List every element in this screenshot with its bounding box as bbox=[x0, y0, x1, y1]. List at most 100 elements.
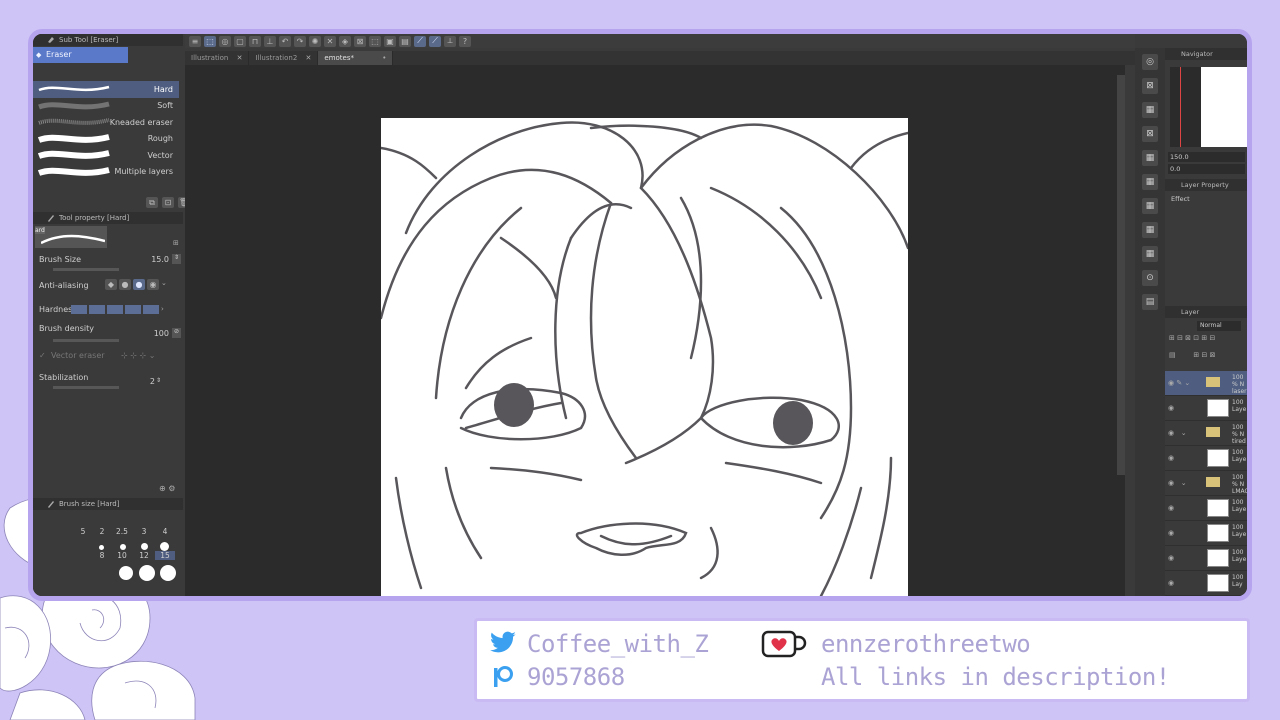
copy-subtool-icon[interactable]: ⧉ bbox=[146, 197, 158, 208]
chevron-right-icon[interactable]: › bbox=[161, 305, 164, 314]
camera-icon[interactable]: ⊙ bbox=[1142, 270, 1158, 286]
eye-icon[interactable]: ◉ ✎ ⌄ bbox=[1168, 379, 1190, 387]
history-icon[interactable]: ▦ bbox=[1142, 174, 1158, 190]
stabilization-slider[interactable] bbox=[53, 386, 119, 389]
layer-row[interactable]: ◉ 100 Laye bbox=[1165, 546, 1247, 571]
transform-icon[interactable]: ⊠ bbox=[354, 35, 366, 47]
stabilization-row[interactable]: Stabilization 2 ⇕ bbox=[33, 370, 183, 394]
eye-icon[interactable]: ◉ bbox=[1168, 554, 1174, 562]
auto-action-icon[interactable]: ▦ bbox=[1142, 198, 1158, 214]
size-option[interactable]: 10 bbox=[112, 551, 132, 560]
brush-size-value[interactable]: 15.0 bbox=[151, 255, 169, 264]
layer-property-header[interactable]: Layer Property bbox=[1165, 179, 1247, 191]
clear-icon[interactable]: ✕ bbox=[324, 35, 336, 47]
hardness-seg[interactable] bbox=[143, 305, 159, 314]
size-option[interactable]: 4 bbox=[155, 527, 175, 536]
size-option[interactable]: 2.5 bbox=[112, 527, 132, 536]
eye-icon[interactable]: ◉ bbox=[1168, 579, 1174, 587]
size-option[interactable]: 3 bbox=[134, 527, 154, 536]
size-option[interactable]: 5 bbox=[73, 527, 93, 536]
brush-size-row[interactable]: Brush Size 15.0 ⇕ bbox=[33, 252, 183, 276]
duplicate-icon[interactable]: ⊡ bbox=[162, 197, 174, 208]
vector-eraser-check-icon[interactable]: ✓ bbox=[39, 351, 46, 360]
brush-density-row[interactable]: Brush density 100 ⊘ bbox=[33, 321, 183, 345]
brush-size-header[interactable]: Brush size [Hard] bbox=[33, 498, 183, 510]
invert-icon[interactable]: ▤ bbox=[399, 35, 411, 47]
fill-icon[interactable]: ◈ bbox=[339, 35, 351, 47]
open-folder-icon[interactable]: ⊓ bbox=[249, 35, 261, 47]
subview-icon[interactable]: ⊠ bbox=[1142, 78, 1158, 94]
loading-icon[interactable]: ✺ bbox=[309, 35, 321, 47]
menu-icon[interactable]: ≡ bbox=[189, 35, 201, 47]
hardness-seg[interactable] bbox=[71, 305, 87, 314]
snap-grid-icon[interactable]: ⟂ bbox=[444, 35, 456, 47]
select-tool-icon[interactable]: ⬚ bbox=[204, 35, 216, 47]
tab-illustration2[interactable]: Illustration2 ✕ bbox=[249, 51, 319, 65]
ruler-icon[interactable]: ⟋ bbox=[414, 35, 426, 47]
layer-row-folder[interactable]: ◉ ✎ ⌄ 100 % Nlaser bbox=[1165, 371, 1247, 396]
material-icon[interactable]: ▦ bbox=[1142, 102, 1158, 118]
subtool-panel-header[interactable]: Sub Tool [Eraser] bbox=[33, 34, 183, 46]
drawing-canvas[interactable] bbox=[381, 118, 908, 596]
vertical-scrollbar[interactable] bbox=[1117, 75, 1125, 475]
lock-icon[interactable]: ⊞ bbox=[173, 239, 179, 247]
hardness-seg[interactable] bbox=[89, 305, 105, 314]
density-link-icon[interactable]: ⊘ bbox=[172, 328, 181, 338]
aa-strong-icon[interactable]: ◉ bbox=[147, 279, 159, 290]
layer-toolbar-icons[interactable]: ⊞ ⊟ ⊠ ⊡ ⊞ ⊟ bbox=[1169, 334, 1215, 342]
layer-row[interactable]: ◉ 100 Laye bbox=[1165, 446, 1247, 471]
aa-weak-icon[interactable]: ● bbox=[119, 279, 131, 290]
layer-row-folder[interactable]: ◉ ⌄ 100 % N LMAO bbox=[1165, 471, 1247, 496]
hardness-seg[interactable] bbox=[125, 305, 141, 314]
size-option[interactable]: 2 bbox=[92, 527, 112, 536]
eye-icon[interactable]: ◉ ⌄ bbox=[1168, 429, 1187, 437]
tab-emotes[interactable]: emotes* • bbox=[318, 51, 394, 65]
layer-search-icon[interactable]: ▦ bbox=[1142, 150, 1158, 166]
eye-icon[interactable]: ◉ bbox=[1168, 529, 1174, 537]
layer-row[interactable]: ◉ 100 Laye bbox=[1165, 396, 1247, 421]
redo-icon[interactable]: ↷ bbox=[294, 35, 306, 47]
canvas-area[interactable] bbox=[185, 65, 1125, 596]
item-bank-icon[interactable]: ▦ bbox=[1142, 246, 1158, 262]
brush-density-slider[interactable] bbox=[53, 339, 119, 342]
crop-icon[interactable]: ▣ bbox=[384, 35, 396, 47]
animation-icon[interactable]: ▦ bbox=[1142, 222, 1158, 238]
brush-density-value[interactable]: 100 bbox=[154, 329, 169, 338]
size-option-selected[interactable]: 15 bbox=[155, 551, 175, 560]
brush-item-hard[interactable]: Hard bbox=[33, 81, 179, 98]
help-icon[interactable]: ? bbox=[459, 35, 471, 47]
layer-panel-header[interactable]: Layer bbox=[1165, 306, 1247, 318]
undo-icon[interactable]: ↶ bbox=[279, 35, 291, 47]
brush-item-vector[interactable]: Vector bbox=[33, 147, 179, 164]
chevron-down-icon[interactable]: ⌄ bbox=[161, 279, 167, 290]
brush-item-soft[interactable]: Soft bbox=[33, 98, 179, 115]
eye-icon[interactable]: ◉ bbox=[1168, 504, 1174, 512]
subtool-group-eraser[interactable]: ◆ Eraser bbox=[33, 47, 128, 63]
hardness-seg[interactable] bbox=[107, 305, 123, 314]
blend-mode-select[interactable]: Normal bbox=[1197, 321, 1241, 331]
brush-size-dropdown-icon[interactable]: ⇕ bbox=[172, 254, 181, 264]
brush-item-kneaded-eraser[interactable]: Kneaded eraser bbox=[33, 114, 179, 131]
zoom-field[interactable]: 150.0 bbox=[1168, 152, 1245, 162]
rotation-field[interactable]: 0.0 bbox=[1168, 164, 1245, 174]
layer-row-folder[interactable]: ◉ ⌄ 100 % Ntired bbox=[1165, 421, 1247, 446]
aa-medium-icon[interactable]: ● bbox=[133, 279, 145, 290]
save-icon[interactable]: ⊥ bbox=[264, 35, 276, 47]
navigator-icon[interactable]: ◎ bbox=[1142, 54, 1158, 70]
layer-row[interactable]: ◉ 100 Lay bbox=[1165, 571, 1247, 596]
size-option[interactable]: 8 bbox=[92, 551, 112, 560]
navigator-header[interactable]: Navigator bbox=[1165, 48, 1247, 60]
navigator-preview[interactable] bbox=[1170, 67, 1247, 147]
property-footer-icons[interactable]: ⊕ ⚙ bbox=[159, 484, 175, 493]
eye-icon[interactable]: ◉ bbox=[1168, 454, 1174, 462]
vector-eraser-options[interactable]: ⊹ ⊹ ⊹ ⌄ bbox=[121, 351, 155, 360]
stabilization-stepper-icon[interactable]: ⇕ bbox=[156, 377, 161, 384]
layer-toolbar-icons-2[interactable]: ▤ ⊞ ⊟ ⊠ bbox=[1169, 351, 1215, 359]
snap-icon[interactable]: ⟋ bbox=[429, 35, 441, 47]
stabilization-value[interactable]: 2 bbox=[150, 377, 155, 386]
deselect-icon[interactable]: ⬚ bbox=[369, 35, 381, 47]
canvas-icon[interactable]: ◎ bbox=[219, 35, 231, 47]
layer-row[interactable]: ◉ 100 Laye bbox=[1165, 496, 1247, 521]
close-icon[interactable]: ✕ bbox=[237, 54, 243, 62]
eye-icon[interactable]: ◉ ⌄ bbox=[1168, 479, 1187, 487]
